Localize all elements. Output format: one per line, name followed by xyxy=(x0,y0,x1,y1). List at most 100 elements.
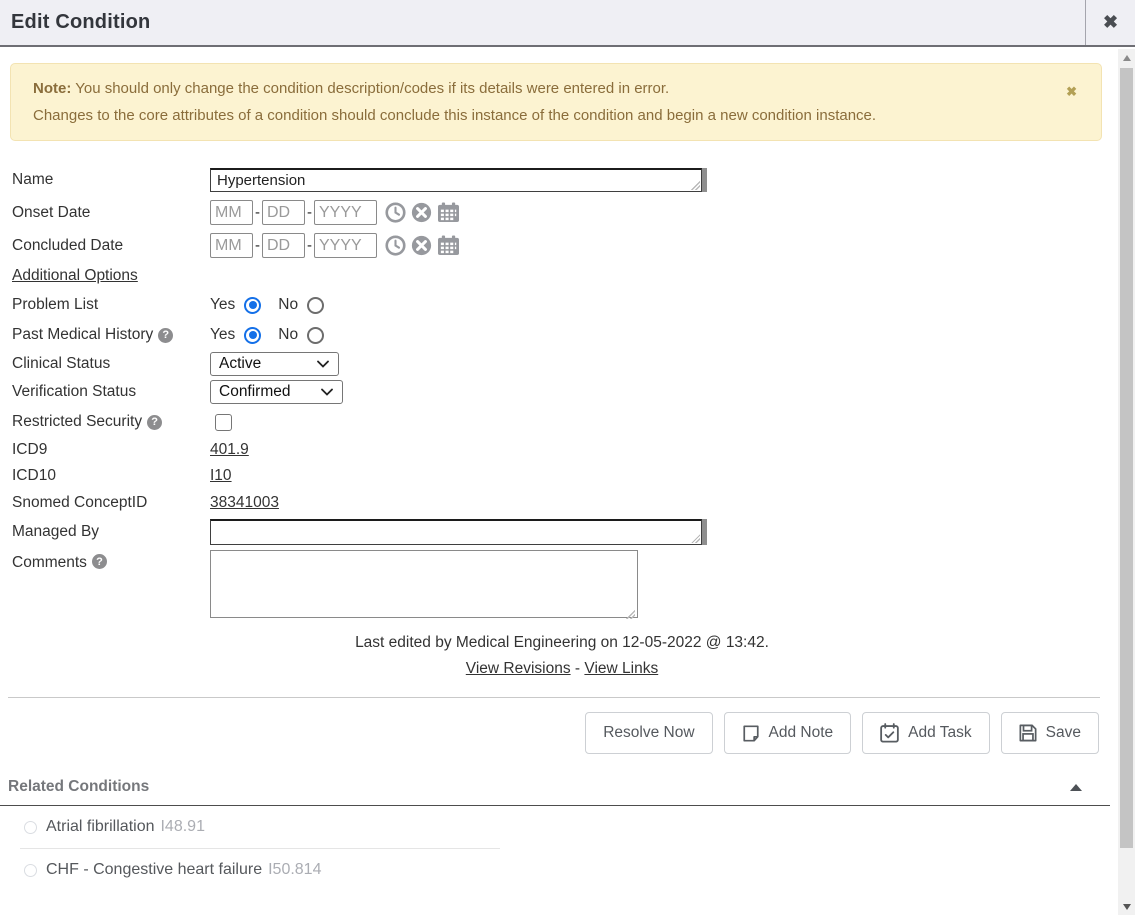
icd10-code-link[interactable]: I10 xyxy=(210,467,232,485)
pmh-yes-radio[interactable] xyxy=(244,327,261,344)
comments-textarea[interactable] xyxy=(210,550,638,618)
dialog-close-button[interactable]: ✖ xyxy=(1085,0,1135,45)
additional-options-row: Additional Options xyxy=(12,267,1118,285)
close-icon: ✖ xyxy=(1103,12,1118,33)
clock-icon[interactable] xyxy=(385,202,406,223)
help-icon[interactable]: ? xyxy=(147,415,162,430)
concluded-date-label: Concluded Date xyxy=(12,233,210,258)
resize-grip-icon[interactable] xyxy=(691,534,700,543)
icd10-label: ICD10 xyxy=(12,467,210,485)
concluded-month-input[interactable] xyxy=(210,233,253,258)
scroll-up-button[interactable] xyxy=(1118,49,1135,66)
chevron-down-icon xyxy=(321,388,333,396)
comments-label: Comments xyxy=(12,554,87,572)
view-links-link[interactable]: View Links xyxy=(584,660,658,677)
add-task-button[interactable]: Add Task xyxy=(862,712,989,754)
onset-date-label: Onset Date xyxy=(12,200,210,225)
name-input[interactable] xyxy=(210,168,702,192)
input-resize-handle[interactable] xyxy=(702,519,707,545)
additional-options-link[interactable]: Additional Options xyxy=(12,267,138,285)
chevron-down-icon xyxy=(317,360,329,368)
last-edited-text: Last edited by Medical Engineering on 12… xyxy=(12,634,1112,652)
calendar-icon[interactable] xyxy=(437,202,460,223)
clinical-status-select[interactable]: Active xyxy=(210,352,339,376)
snomed-code-link[interactable]: 38341003 xyxy=(210,494,279,512)
related-conditions-section: Related Conditions Atrial fibrillationI4… xyxy=(0,775,1118,891)
onset-date-row: Onset Date - - xyxy=(12,200,1118,225)
problem-list-yes-label: Yes xyxy=(210,296,235,314)
scroll-up-icon xyxy=(1123,55,1131,61)
clinical-status-label: Clinical Status xyxy=(12,355,210,373)
icd10-row: ICD10 I10 xyxy=(12,467,1118,485)
problem-list-yes-radio[interactable] xyxy=(244,297,261,314)
restricted-security-row: Restricted Security ? xyxy=(12,413,1118,431)
date-separator: - xyxy=(255,204,260,221)
date-separator: - xyxy=(307,204,312,221)
onset-year-input[interactable] xyxy=(314,200,377,225)
related-condition-row[interactable]: CHF - Congestive heart failureI50.814 xyxy=(0,849,1118,891)
clear-date-icon[interactable] xyxy=(411,202,432,223)
resize-grip-icon[interactable] xyxy=(626,610,635,619)
condition-bullet-icon xyxy=(24,864,37,877)
save-icon xyxy=(1019,724,1037,742)
past-medical-history-row: Past Medical History ? Yes No xyxy=(12,326,1118,344)
link-separator: - xyxy=(575,660,580,677)
note-text-2: Changes to the core attributes of a cond… xyxy=(33,107,876,124)
verification-status-value: Confirmed xyxy=(219,383,291,401)
related-conditions-title: Related Conditions xyxy=(8,778,149,796)
resolve-now-button[interactable]: Resolve Now xyxy=(585,712,712,754)
related-condition-name: Atrial fibrillation xyxy=(46,818,154,836)
scrollbar-thumb[interactable] xyxy=(1120,68,1133,848)
calendar-check-icon xyxy=(880,723,899,743)
past-medical-history-label: Past Medical History xyxy=(12,326,153,344)
calendar-icon[interactable] xyxy=(437,235,460,256)
scroll-down-button[interactable] xyxy=(1118,898,1135,915)
problem-list-no-label: No xyxy=(278,296,298,314)
related-conditions-list: Atrial fibrillationI48.91CHF - Congestiv… xyxy=(0,806,1118,891)
note-dismiss-icon[interactable]: ✖ xyxy=(1066,85,1077,99)
concluded-day-input[interactable] xyxy=(262,233,305,258)
related-condition-name: CHF - Congestive heart failure xyxy=(46,861,262,879)
related-conditions-header: Related Conditions xyxy=(0,775,1118,799)
note-banner: Note: You should only change the conditi… xyxy=(10,63,1102,141)
onset-month-input[interactable] xyxy=(210,200,253,225)
pmh-no-radio[interactable] xyxy=(307,327,324,344)
icd9-code-link[interactable]: 401.9 xyxy=(210,441,249,459)
help-icon[interactable]: ? xyxy=(158,328,173,343)
resolve-now-label: Resolve Now xyxy=(603,724,694,742)
date-separator: - xyxy=(255,237,260,254)
note-text-1: You should only change the condition des… xyxy=(75,80,669,97)
help-icon[interactable]: ? xyxy=(92,554,107,569)
condition-bullet-icon xyxy=(24,821,37,834)
concluded-year-input[interactable] xyxy=(314,233,377,258)
resize-grip-icon[interactable] xyxy=(691,181,700,190)
dialog-title: Edit Condition xyxy=(0,11,150,34)
input-resize-handle[interactable] xyxy=(702,168,707,192)
related-condition-row[interactable]: Atrial fibrillationI48.91 xyxy=(0,806,1118,848)
icd9-label: ICD9 xyxy=(12,441,210,459)
pmh-yes-label: Yes xyxy=(210,326,235,344)
clock-icon[interactable] xyxy=(385,235,406,256)
clear-date-icon[interactable] xyxy=(411,235,432,256)
name-row: Name xyxy=(12,168,1118,192)
revision-links-row: View Revisions - View Links xyxy=(12,660,1112,678)
verification-status-select[interactable]: Confirmed xyxy=(210,380,343,404)
onset-day-input[interactable] xyxy=(262,200,305,225)
restricted-security-checkbox[interactable] xyxy=(215,414,232,431)
vertical-scrollbar[interactable] xyxy=(1118,49,1135,915)
view-revisions-link[interactable]: View Revisions xyxy=(466,660,571,677)
problem-list-no-radio[interactable] xyxy=(307,297,324,314)
snomed-label: Snomed ConceptID xyxy=(12,494,210,512)
verification-status-label: Verification Status xyxy=(12,383,210,401)
pmh-no-label: No xyxy=(278,326,298,344)
managed-by-row: Managed By xyxy=(12,519,1118,545)
note-label: Note: xyxy=(33,80,71,97)
save-label: Save xyxy=(1046,724,1081,742)
save-button[interactable]: Save xyxy=(1001,712,1099,754)
section-divider xyxy=(8,697,1100,698)
restricted-security-label: Restricted Security xyxy=(12,413,142,431)
collapse-icon[interactable] xyxy=(1070,784,1082,791)
managed-by-label: Managed By xyxy=(12,519,210,545)
add-note-button[interactable]: Add Note xyxy=(724,712,852,754)
managed-by-input[interactable] xyxy=(210,519,702,545)
